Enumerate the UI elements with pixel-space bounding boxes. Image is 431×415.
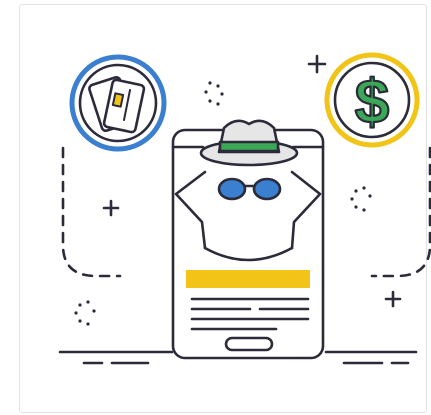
dollar-coin-icon: $ [324, 52, 420, 148]
dollar-sign: $ [355, 68, 389, 137]
dashed-connector-right [370, 146, 431, 278]
credit-cards-icon [69, 54, 167, 152]
spy-phone-illustration: $ [58, 52, 431, 365]
